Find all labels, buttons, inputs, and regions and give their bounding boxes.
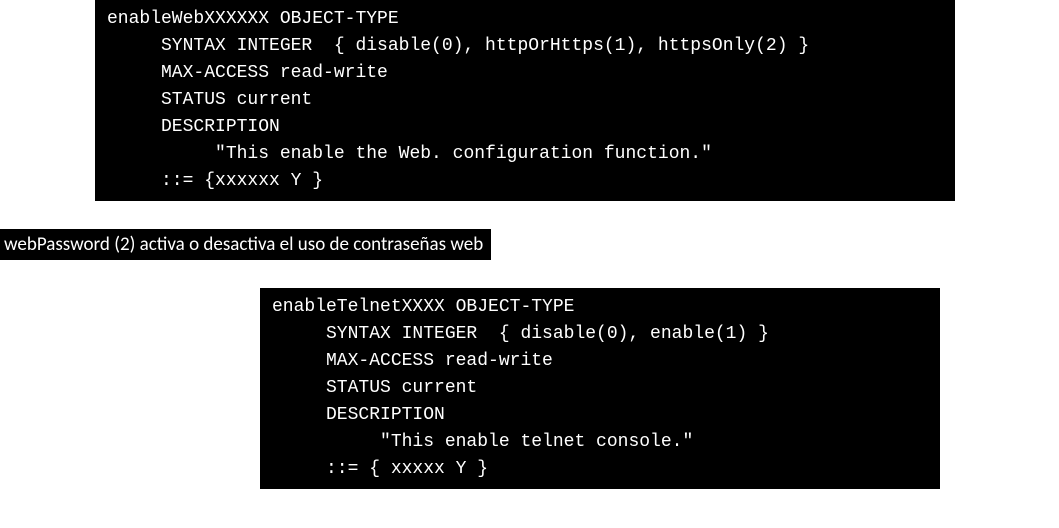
code-line: STATUS current bbox=[107, 90, 312, 110]
code-line: MAX-ACCESS read-write bbox=[272, 351, 553, 371]
code-line: SYNTAX INTEGER { disable(0), enable(1) } bbox=[272, 324, 769, 344]
code-line: ::= { xxxxx Y } bbox=[272, 459, 488, 479]
code-line: "This enable the Web. configuration func… bbox=[107, 144, 712, 164]
code-line: "This enable telnet console." bbox=[272, 432, 693, 452]
code-line: STATUS current bbox=[272, 378, 477, 398]
code-line: DESCRIPTION bbox=[107, 117, 280, 137]
code-block-enableweb: enableWebXXXXXX OBJECT-TYPE SYNTAX INTEG… bbox=[95, 0, 955, 201]
code-line: enableTelnetXXXX OBJECT-TYPE bbox=[272, 297, 574, 317]
code-line: enableWebXXXXXX OBJECT-TYPE bbox=[107, 9, 399, 29]
code-line: DESCRIPTION bbox=[272, 405, 445, 425]
code-line: MAX-ACCESS read-write bbox=[107, 63, 388, 83]
description-label: webPassword (2) activa o desactiva el us… bbox=[0, 229, 491, 260]
code-line: ::= {xxxxxx Y } bbox=[107, 171, 323, 191]
code-block-enabletelnet: enableTelnetXXXX OBJECT-TYPE SYNTAX INTE… bbox=[260, 288, 940, 489]
code-line: SYNTAX INTEGER { disable(0), httpOrHttps… bbox=[107, 36, 809, 56]
